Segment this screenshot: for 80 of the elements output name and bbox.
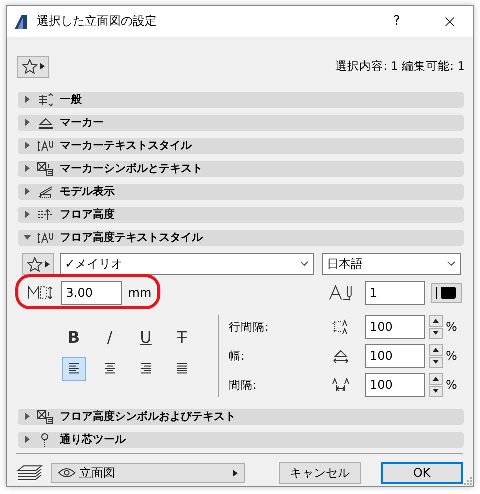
app-logo-icon xyxy=(15,14,27,28)
section-header[interactable]: 一般 xyxy=(18,92,464,108)
text-style-icon xyxy=(37,230,54,244)
language-dropdown[interactable]: 日本語 xyxy=(322,253,461,275)
spacing-field[interactable]: 100 xyxy=(365,315,425,339)
expand-arrow-icon[interactable] xyxy=(24,188,31,195)
wall-section-icon xyxy=(37,184,54,198)
marker-icon xyxy=(37,116,54,130)
help-button[interactable]: ? xyxy=(377,14,417,29)
star-icon xyxy=(22,59,38,74)
down-arrow-icon xyxy=(433,389,439,394)
floor-level-icon xyxy=(37,208,54,222)
spacing-field[interactable]: 100 xyxy=(365,373,425,397)
text-style-icon xyxy=(37,138,54,152)
chevron-icon xyxy=(447,261,456,267)
section-header[interactable]: フロア高度シンボルおよびテキスト xyxy=(18,408,464,424)
down-arrow-icon xyxy=(433,360,439,364)
symbol-text-icon xyxy=(37,162,54,176)
spacing-label: 幅: xyxy=(229,348,246,364)
view-dropdown[interactable]: 立面図 xyxy=(50,463,245,483)
font-dropdown[interactable]: ✓メイリオ xyxy=(60,253,314,275)
up-arrow-icon xyxy=(433,376,439,381)
spacing-field[interactable]: 100 xyxy=(365,344,425,368)
caret-icon xyxy=(44,260,50,268)
expand-arrow-icon[interactable] xyxy=(24,165,31,172)
align-center-icon xyxy=(103,363,117,375)
unit-label: % xyxy=(446,378,458,392)
align-left-icon xyxy=(67,363,81,375)
window-title: 選択した立面図の設定 xyxy=(37,13,158,30)
align-button[interactable] xyxy=(62,357,86,381)
resize-grip-icon xyxy=(464,477,472,485)
align-right-icon xyxy=(139,363,153,375)
caret-icon xyxy=(40,63,44,70)
star-icon xyxy=(26,256,42,272)
spacing-label: 間隔: xyxy=(229,378,258,392)
spinner-control[interactable] xyxy=(429,373,443,397)
spacing-label: 行間隔: xyxy=(229,320,270,334)
text-style-button[interactable]: / xyxy=(98,325,122,349)
text-height-icon xyxy=(28,285,56,301)
eye-icon xyxy=(58,468,76,478)
unit-label: mm xyxy=(128,286,152,300)
up-arrow-icon xyxy=(433,348,439,352)
up-arrow-icon xyxy=(433,318,439,323)
pen-color-button[interactable] xyxy=(430,283,462,303)
ok-button[interactable]: OK xyxy=(380,462,463,484)
expand-arrow-icon[interactable] xyxy=(24,142,31,149)
chevron-icon xyxy=(300,261,309,267)
spinner-control[interactable] xyxy=(429,315,443,339)
line-spacing-icon xyxy=(332,319,350,335)
caret-icon xyxy=(232,470,238,476)
text-style-button[interactable]: B xyxy=(62,325,86,349)
section-header[interactable]: フロア高度テキストスタイル xyxy=(18,230,464,246)
pen-field[interactable]: 1 xyxy=(364,281,425,305)
selection-info: 選択内容: 1 編集可能: 1 xyxy=(336,59,465,74)
unit-label: % xyxy=(446,320,458,334)
favorites-button[interactable] xyxy=(22,253,54,275)
section-header[interactable]: マーカーテキストスタイル xyxy=(18,138,464,154)
expand-arrow-icon[interactable] xyxy=(24,211,31,218)
char-width-icon xyxy=(332,348,350,364)
char-spacing-icon xyxy=(332,377,350,393)
section-header[interactable]: モデル表示 xyxy=(18,184,464,200)
section-header[interactable]: フロア高度 xyxy=(18,206,464,222)
down-arrow-icon xyxy=(433,331,439,336)
expand-arrow-icon[interactable] xyxy=(24,413,31,420)
text-style-button[interactable]: T xyxy=(170,325,194,349)
text-size-field[interactable]: 3.00 xyxy=(61,281,122,305)
text-style-button[interactable]: U xyxy=(134,325,158,349)
collapse-arrow-icon[interactable] xyxy=(24,234,31,241)
section-header[interactable]: マーカーシンボルとテキスト xyxy=(18,160,464,176)
expand-arrow-icon[interactable] xyxy=(24,436,31,443)
expand-arrow-icon[interactable] xyxy=(24,96,31,103)
unit-label: % xyxy=(446,349,458,363)
expand-arrow-icon[interactable] xyxy=(24,119,31,126)
align-justify-icon xyxy=(175,363,189,375)
favorites-button[interactable] xyxy=(17,56,49,78)
cancel-button[interactable]: キャンセル xyxy=(278,462,361,484)
section-header[interactable]: マーカー xyxy=(18,114,464,130)
spinner-control[interactable] xyxy=(429,344,443,368)
section-header[interactable]: 通り芯ツール xyxy=(18,432,464,448)
symbol-text-icon xyxy=(37,410,54,424)
